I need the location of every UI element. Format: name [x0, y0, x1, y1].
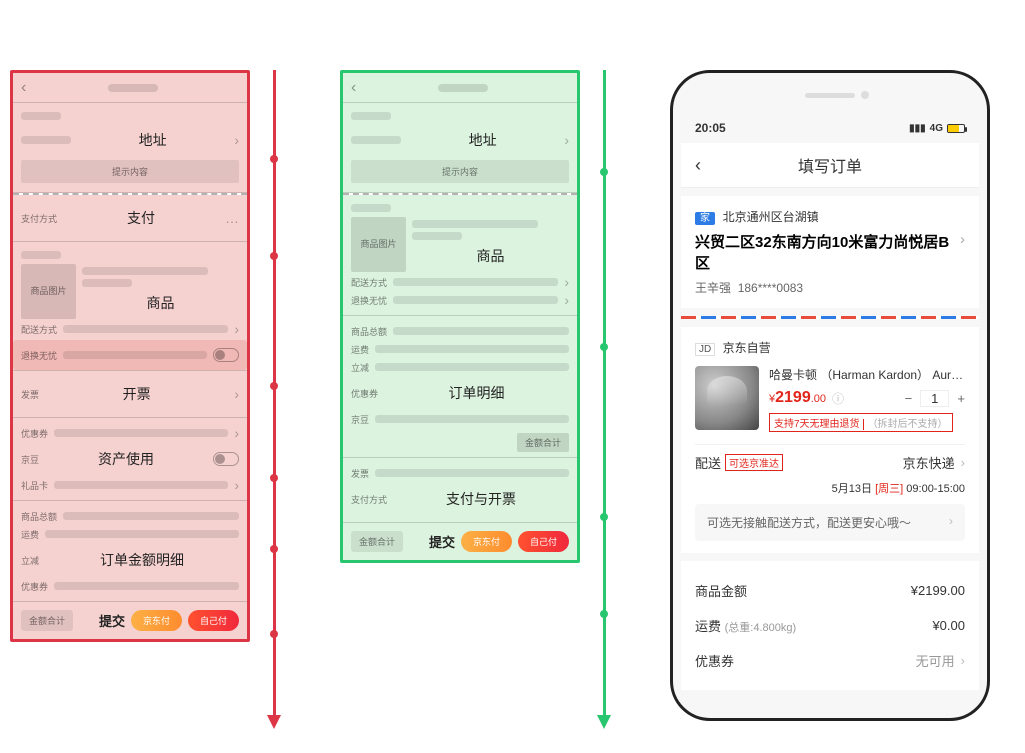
return-policy-badge: 支持7天无理由退货（拆封后不支持） — [769, 413, 953, 432]
product-image[interactable] — [695, 366, 759, 430]
address-tag: 家 — [695, 212, 715, 225]
section-address: 地址 — [407, 130, 558, 150]
wireframe-green: ‹ 地址 › 提示内容 商品图片 — [340, 70, 600, 721]
back-icon: ‹ — [21, 79, 26, 97]
status-time: 20:05 — [695, 121, 726, 135]
section-submit: 提交 — [429, 532, 455, 551]
section-product: 商品 — [82, 293, 239, 313]
info-icon[interactable]: ⓘ — [832, 390, 844, 407]
back-icon: ‹ — [351, 79, 356, 97]
product-amount-value: ¥2199.00 — [911, 583, 965, 598]
chevron-right-icon: › — [961, 653, 965, 668]
flow-arrow-red — [273, 70, 276, 721]
divider-striped — [681, 316, 979, 319]
section-submit: 提交 — [99, 611, 125, 630]
product-price: ¥2199.00 — [769, 389, 826, 407]
shipping-weight: (总重:4.800kg) — [725, 622, 797, 634]
battery-icon — [947, 124, 965, 133]
wireframe-red: ‹ 地址 › 提示内容 支付方式 支付 … — [10, 70, 270, 721]
phone-mockup: 20:05 ▮▮▮ 4G ‹ 填写订单 家 北京通州区台湖镇 — [670, 70, 990, 721]
delivery-schedule: 5月13日 [周三] 09:00-15:00 — [832, 480, 965, 496]
product-name[interactable]: 哈曼卡顿 （Harman Kardon） Aura St... — [769, 366, 965, 383]
address-district: 北京通州区台湖镇 — [723, 210, 819, 224]
pay-self-pill: 自己付 — [518, 531, 569, 552]
delivery-express: 京东快递 — [903, 453, 955, 472]
address-main: 兴贸二区32东南方向10米富力尚悦居B区 — [695, 231, 960, 273]
section-product: 商品 — [412, 246, 569, 266]
pay-self-pill: 自己付 — [188, 610, 239, 631]
pay-via-jd-pill: 京东付 — [461, 531, 512, 552]
qty-increase[interactable]: + — [957, 391, 965, 406]
qty-decrease[interactable]: − — [905, 391, 913, 406]
coupon-row[interactable]: 优惠券 无可用 › — [695, 643, 965, 678]
status-bar: 20:05 ▮▮▮ 4G — [681, 113, 979, 143]
product-amount-label: 商品金额 — [695, 581, 747, 600]
shipping-label: 运费 — [695, 619, 721, 634]
pay-via-jd-pill: 京东付 — [131, 610, 182, 631]
toggle-icon — [213, 452, 239, 466]
section-order-detail: 订单明细 — [384, 383, 569, 403]
product-card: JD 京东自营 哈曼卡顿 （Harman Kardon） Aura St... … — [681, 327, 979, 553]
section-order-amount: 订单金额明细 — [45, 550, 239, 570]
jd-badge: JD — [695, 343, 715, 356]
section-pay-invoice: 支付与开票 — [393, 489, 569, 509]
qty-value: 1 — [920, 390, 949, 407]
chevron-right-icon: › — [961, 455, 965, 470]
coupon-label: 优惠券 — [695, 651, 734, 670]
recipient-phone: 186****0083 — [738, 281, 803, 295]
shipping-value: ¥0.00 — [932, 618, 965, 633]
section-assets: 资产使用 — [45, 449, 207, 469]
section-payment: 支付 — [63, 208, 219, 228]
summary-card: 商品金额 ¥2199.00 运费 (总重:4.800kg) ¥0.00 优惠券 … — [681, 561, 979, 690]
chevron-right-icon: › — [234, 132, 239, 148]
page-title: 填写订单 — [715, 153, 945, 177]
quantity-stepper[interactable]: − 1 + — [905, 390, 965, 407]
flow-arrow-green — [603, 70, 606, 721]
hint-label: 提示内容 — [21, 160, 239, 183]
chevron-right-icon: › — [960, 231, 965, 273]
delivery-tag: 可选京准达 — [725, 454, 783, 471]
signal-icon: ▮▮▮ — [909, 123, 926, 134]
coupon-value: 无可用 — [916, 651, 955, 670]
address-card[interactable]: 家 北京通州区台湖镇 兴贸二区32东南方向10米富力尚悦居B区 › 王辛强 18… — [681, 196, 979, 308]
contactless-banner[interactable]: 可选无接触配送方式，配送更安心哦～ › — [695, 504, 965, 541]
store-name: 京东自营 — [723, 341, 771, 355]
delivery-row[interactable]: 配送 可选京准达 京东快递 › — [695, 444, 965, 480]
section-address: 地址 — [77, 130, 228, 150]
chevron-right-icon: › — [949, 514, 953, 531]
network-label: 4G — [930, 123, 943, 134]
section-invoice: 开票 — [45, 384, 228, 404]
recipient-name: 王辛强 — [695, 281, 731, 295]
toggle-icon — [213, 348, 239, 362]
nav-back-button[interactable]: ‹ — [695, 155, 715, 176]
